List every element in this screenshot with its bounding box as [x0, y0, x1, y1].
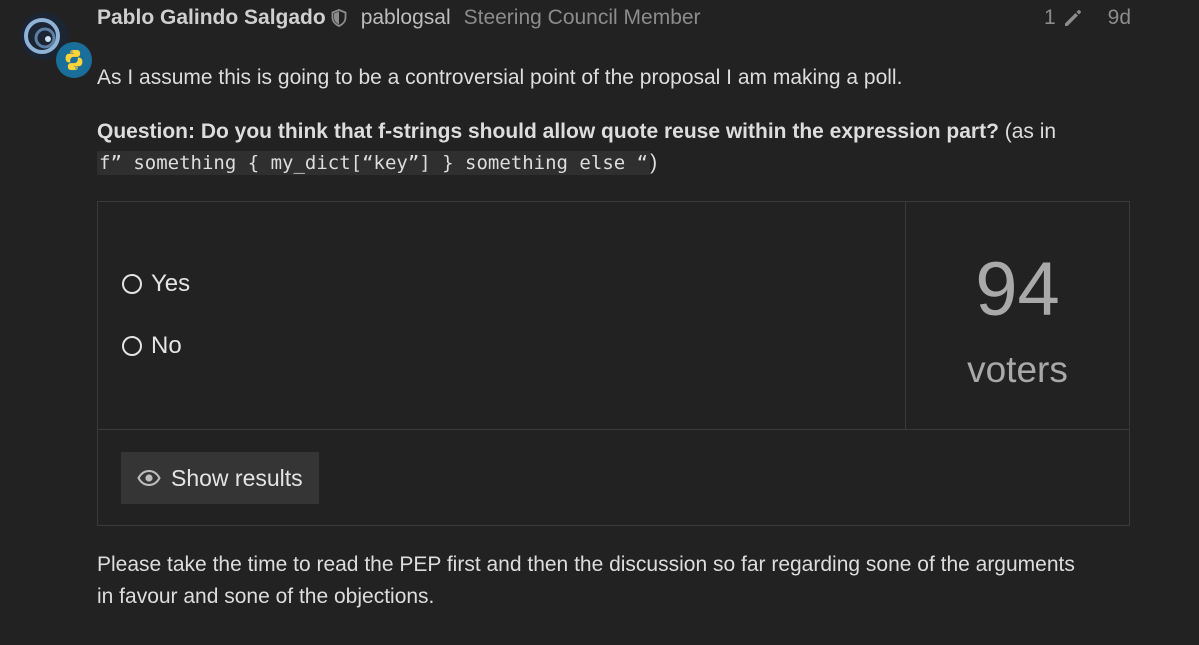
poll-option-label: No [151, 332, 182, 359]
poll-info: 94 voters [906, 202, 1129, 429]
edit-count: 1 [1043, 6, 1056, 29]
post-age[interactable]: 9d [1108, 6, 1131, 30]
intro-paragraph: As I assume this is going to be a contro… [97, 66, 903, 89]
author-handle[interactable]: pablogsal [361, 6, 451, 30]
post: Pablo Galindo Salgado pablogsal Steering… [0, 0, 1199, 645]
post-body: As I assume this is going to be a contro… [97, 62, 1137, 179]
poll-option-yes[interactable]: Yes [122, 270, 190, 298]
edit-history-button[interactable]: 1 [1044, 6, 1084, 30]
show-results-button[interactable]: Show results [121, 452, 319, 504]
voter-label: voters [967, 349, 1068, 390]
python-icon [56, 42, 92, 78]
eye-icon [137, 469, 161, 487]
author-name[interactable]: Pablo Galindo Salgado [97, 6, 326, 30]
author-title: Steering Council Member [463, 6, 701, 29]
poll-option-no[interactable]: No [122, 332, 182, 360]
avatar-wrap[interactable] [20, 12, 92, 80]
post-header: Pablo Galindo Salgado pablogsal Steering… [97, 4, 1131, 32]
post-meta: 1 9d [1044, 6, 1131, 30]
radio-button[interactable] [122, 336, 142, 356]
question-paragraph: Question: Do you think that f-strings sh… [97, 116, 1137, 179]
poll: Yes No 94 voters Show results [97, 201, 1130, 526]
show-results-label: Show results [171, 464, 303, 491]
question-suffix: (as in [998, 120, 1057, 143]
poll-container: Yes No 94 voters [98, 202, 1129, 430]
poll-option-label: Yes [151, 270, 191, 297]
pencil-icon [1062, 7, 1084, 29]
footer-paragraph: Please take the time to read the PEP fir… [97, 553, 1075, 608]
poll-buttons: Show results [121, 452, 319, 504]
code-example: f” something { my_dict[“key”] } somethin… [97, 151, 651, 175]
shield-icon [331, 9, 347, 27]
radio-button[interactable] [122, 274, 142, 294]
poll-options: Yes No [98, 202, 906, 429]
question-text: Question: Do you think that f-strings sh… [97, 120, 999, 143]
voter-count: 94 [975, 247, 1060, 332]
question-close: ) [650, 151, 658, 174]
